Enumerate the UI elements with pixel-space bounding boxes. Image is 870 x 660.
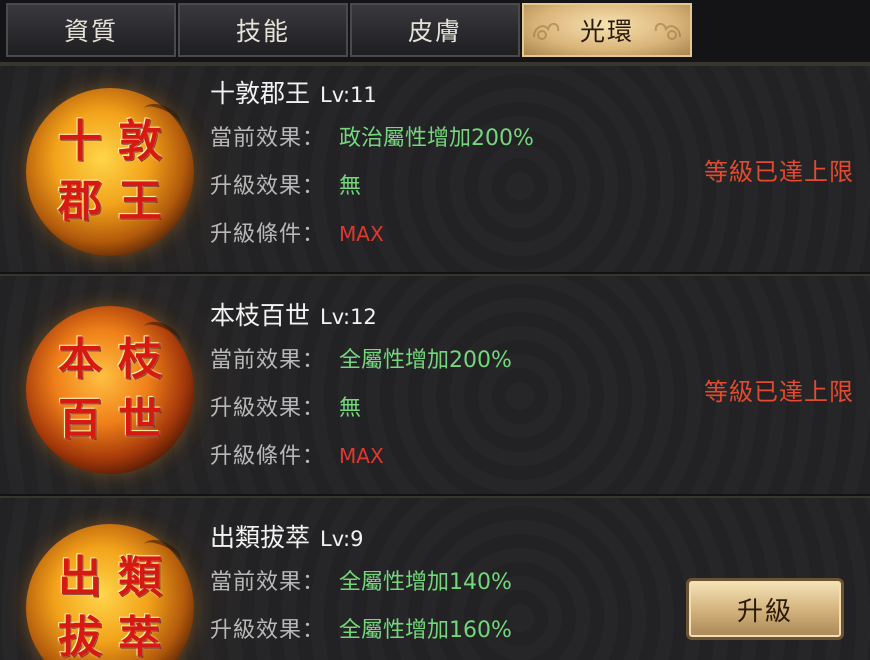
medal-text: 本 枝 百 世 [26, 306, 194, 474]
current-effect-row: 當前效果： 政治屬性增加200% [210, 120, 534, 152]
medal-char: 郡 [58, 176, 102, 227]
medal-char: 出 [58, 552, 102, 603]
current-effect-value: 全屬性增加140% [339, 570, 512, 595]
medal-text: 十 敦 郡 王 [26, 88, 194, 256]
aura-card: 本 枝 百 世 本枝百世 Lv:12 當前效果： 全屬性增加200% 升級效果：無 … [0, 274, 870, 496]
upgrade-effect-label: 升級效果： [210, 618, 326, 643]
aura-name: 十敦郡王 [210, 79, 311, 108]
upgrade-effect-value: 無 [339, 396, 362, 421]
medal-char: 本 [58, 334, 102, 385]
upgrade-effect-value: 無 [339, 174, 362, 199]
cloud-ornament-icon [533, 23, 560, 40]
medal-char: 王 [118, 176, 162, 227]
upgrade-effect-row: 升級效果： 全屬性增加160% [210, 612, 512, 644]
medal-char: 枝 [118, 334, 162, 385]
upgrade-effect-row: 升級效果： 無 [210, 390, 361, 422]
aura-card: 出 類 拔 萃 出類拔萃 Lv:9 當前效果： 全屬性增加140% 升級效果： 全屬性… [0, 496, 870, 660]
tab-skills[interactable]: 技能 [178, 3, 348, 57]
aura-level: Lv:9 [320, 527, 364, 551]
aura-title: 十敦郡王 Lv:11 [210, 74, 377, 110]
upgrade-button[interactable]: 升級 [686, 578, 844, 640]
tab-aptitude[interactable]: 資質 [6, 3, 176, 57]
tab-aura[interactable]: 光環 [522, 3, 692, 57]
current-effect-value: 全屬性增加200% [339, 348, 512, 373]
current-effect-label: 當前效果： [210, 126, 326, 151]
aura-card: 十 敦 郡 王 十敦郡王 Lv:11 當前效果： 政治屬性增加200% 升級效果： 無… [0, 64, 870, 274]
aura-name: 出類拔萃 [210, 523, 311, 552]
tab-label: 皮膚 [407, 17, 462, 46]
medal-text: 出 類 拔 萃 [26, 524, 194, 660]
aura-medal-icon: 出 類 拔 萃 [26, 524, 194, 660]
upgrade-condition-label: 升級條件： [210, 444, 326, 469]
upgrade-effect-label: 升級效果： [210, 396, 326, 421]
current-effect-row: 當前效果： 全屬性增加200% [210, 342, 512, 374]
medal-char: 拔 [58, 612, 102, 660]
aura-title: 本枝百世 Lv:12 [210, 296, 377, 332]
aura-medal-icon: 本 枝 百 世 [26, 306, 194, 474]
aura-list[interactable]: 十 敦 郡 王 十敦郡王 Lv:11 當前效果： 政治屬性增加200% 升級效果： 無… [0, 64, 870, 660]
tab-skins[interactable]: 皮膚 [350, 3, 520, 57]
tab-label: 資質 [63, 17, 118, 46]
max-level-status: 等級已達上限 [704, 378, 854, 406]
aura-level: Lv:12 [320, 305, 377, 329]
current-effect-value: 政治屬性增加200% [339, 126, 534, 151]
upgrade-condition-value: MAX [339, 222, 384, 246]
upgrade-effect-label: 升級效果： [210, 174, 326, 199]
medal-char: 萃 [118, 612, 162, 660]
current-effect-label: 當前效果： [210, 570, 326, 595]
medal-char: 十 [58, 116, 102, 167]
max-level-status: 等級已達上限 [704, 158, 854, 186]
medal-char: 世 [118, 394, 162, 445]
aura-name: 本枝百世 [210, 301, 311, 330]
upgrade-condition-value: MAX [339, 444, 384, 468]
upgrade-condition-row: 升級條件： MAX [210, 438, 384, 470]
aura-title: 出類拔萃 Lv:9 [210, 518, 363, 554]
current-effect-row: 當前效果： 全屬性增加140% [210, 564, 512, 596]
cloud-ornament-icon [654, 23, 681, 40]
medal-char: 敦 [118, 116, 162, 167]
aura-level: Lv:11 [320, 83, 377, 107]
tab-bar: 資質 技能 皮膚 光環 [0, 0, 870, 64]
tab-label: 光環 [579, 17, 634, 46]
upgrade-effect-row: 升級效果： 無 [210, 168, 361, 200]
current-effect-label: 當前效果： [210, 348, 326, 373]
upgrade-condition-row: 升級條件： MAX [210, 216, 384, 248]
medal-char: 百 [58, 394, 102, 445]
upgrade-effect-value: 全屬性增加160% [339, 618, 512, 643]
aura-medal-icon: 十 敦 郡 王 [26, 88, 194, 256]
medal-char: 類 [118, 552, 162, 603]
upgrade-condition-label: 升級條件： [210, 222, 326, 247]
tab-label: 技能 [235, 17, 290, 46]
